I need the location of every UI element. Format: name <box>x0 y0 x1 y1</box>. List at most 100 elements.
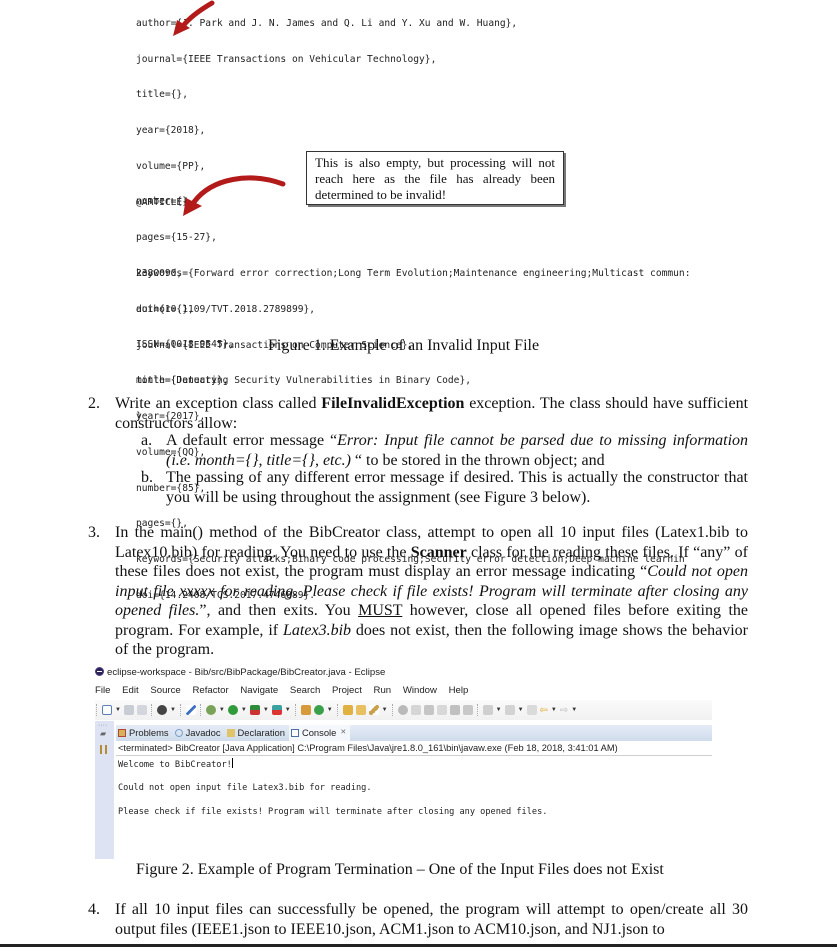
item-number: 4. <box>88 901 100 918</box>
menu-search[interactable]: Search <box>290 685 320 696</box>
dropdown-arrow-icon[interactable]: ▼ <box>551 707 557 713</box>
menu-run[interactable]: Run <box>374 685 392 696</box>
package-explorer-icon[interactable] <box>100 745 107 754</box>
tab-console[interactable]: Console ✕ <box>288 725 351 741</box>
previous-annotation-icon[interactable] <box>504 705 515 715</box>
dropdown-arrow-icon[interactable]: ▼ <box>241 707 247 713</box>
dropdown-arrow-icon[interactable]: ▼ <box>382 707 388 713</box>
item-number: 3. <box>88 524 100 541</box>
window-title-bar: eclipse-workspace - Bib/src/BibPackage/B… <box>95 664 712 681</box>
toggle-breadcrumb-icon[interactable] <box>462 705 473 715</box>
item-text: In the main() method of the BibCreator c… <box>115 524 749 658</box>
menu-help[interactable]: Help <box>449 685 469 696</box>
save-icon[interactable] <box>123 705 134 715</box>
last-edit-location-icon[interactable] <box>526 705 537 715</box>
view-tab-bar: Problems Javadoc Declaration Console ✕ <box>116 725 712 741</box>
sub-item-letter: a. <box>141 432 153 449</box>
toolbar-separator <box>150 704 153 716</box>
item-text: If all 10 input files can successfully b… <box>115 901 748 938</box>
dropdown-arrow-icon[interactable]: ▼ <box>115 707 121 713</box>
toolbar-separator <box>294 704 297 716</box>
toolbar-separator <box>96 704 98 716</box>
console-output-line: Please check if file exists! Program wil… <box>118 807 548 817</box>
show-source-icon[interactable] <box>449 705 460 715</box>
figure-1-caption: Figure 1. Example of an Invalid Input Fi… <box>268 337 540 354</box>
new-java-package-icon[interactable] <box>300 705 311 715</box>
eclipse-screenshot: eclipse-workspace - Bib/src/BibPackage/B… <box>95 664 712 859</box>
toolbar-separator <box>179 704 182 716</box>
menu-edit[interactable]: Edit <box>122 685 139 696</box>
red-arrow-icon <box>180 0 215 29</box>
dropdown-arrow-icon[interactable]: ▼ <box>518 707 524 713</box>
class-name: FileInvalidException <box>321 395 465 412</box>
menu-refactor[interactable]: Refactor <box>192 685 228 696</box>
restore-icon[interactable]: ▰ <box>100 729 106 738</box>
declaration-icon <box>226 729 235 737</box>
dropdown-arrow-icon[interactable]: ▼ <box>327 707 333 713</box>
new-java-class-icon[interactable] <box>313 705 324 715</box>
menu-project[interactable]: Project <box>332 685 362 696</box>
menu-file[interactable]: File <box>95 685 110 696</box>
dropdown-arrow-icon[interactable]: ▼ <box>285 707 291 713</box>
toolbar-separator <box>336 704 339 716</box>
window-title: eclipse-workspace - Bib/src/BibPackage/B… <box>107 667 386 678</box>
search-icon[interactable] <box>368 705 379 715</box>
sub-item-letter: b. <box>141 469 153 486</box>
dropdown-arrow-icon[interactable]: ▼ <box>496 707 502 713</box>
open-type-icon[interactable] <box>342 705 353 715</box>
dropdown-arrow-icon[interactable]: ▼ <box>170 707 176 713</box>
run-coverage-icon[interactable] <box>249 705 260 715</box>
eclipse-logo-icon <box>95 667 104 676</box>
code-line: title={Detecting Security Vulnerabilitie… <box>136 375 472 387</box>
item-text: Write an exception class called FileInva… <box>115 395 749 432</box>
sub-item-text: The passing of any different error messa… <box>166 469 748 506</box>
tab-javadoc[interactable]: Javadoc <box>173 725 225 741</box>
toolbar: ▼ ▼ ▼ ▼ ▼ ▼ ▼ ▼ ▼ ▼ ⇦ ▼ ⇨ ▼ <box>95 700 712 720</box>
close-icon[interactable]: ✕ <box>340 725 346 741</box>
save-all-icon[interactable] <box>136 705 147 715</box>
console-output-line: Welcome to BibCreator! <box>118 758 233 770</box>
drag-handle-icon[interactable]: ···· <box>98 722 107 729</box>
toolbar-separator <box>476 704 479 716</box>
text-cursor <box>231 758 233 768</box>
console-process-label: <terminated> BibCreator [Java Applicatio… <box>116 741 712 756</box>
back-icon[interactable]: ⇦ <box>540 705 548 716</box>
run-icon[interactable] <box>227 705 238 715</box>
problems-icon <box>118 729 126 737</box>
side-trim-bar: ···· ▰ <box>95 721 114 859</box>
toolbar-separator <box>199 704 202 716</box>
item-number: 2. <box>88 395 100 412</box>
open-task-icon[interactable] <box>355 705 366 715</box>
console-output-line: Could not open input file Latex3.bib for… <box>118 783 372 793</box>
show-whitespace-icon[interactable] <box>436 705 447 715</box>
javadoc-icon <box>174 729 183 737</box>
file-name: Latex3.bib <box>283 621 352 639</box>
menu-window[interactable]: Window <box>403 685 437 696</box>
forward-icon[interactable]: ⇨ <box>560 705 568 716</box>
external-tools-icon[interactable] <box>271 705 282 715</box>
tab-declaration[interactable]: Declaration <box>225 725 289 741</box>
next-annotation-icon[interactable] <box>482 705 493 715</box>
debug-icon[interactable] <box>205 705 216 715</box>
menu-source[interactable]: Source <box>150 685 180 696</box>
red-arrow-icon <box>191 175 286 205</box>
sub-item-text: A default error message “Error: Input fi… <box>166 432 749 469</box>
toggle-mark-occurrences-icon[interactable] <box>397 705 408 715</box>
figure-2-caption: Figure 2. Example of Program Termination… <box>136 861 664 878</box>
dropdown-arrow-icon[interactable]: ▼ <box>571 707 577 713</box>
annotation-arrows <box>173 0 286 216</box>
new-file-icon[interactable] <box>102 705 112 715</box>
block-selection-icon[interactable] <box>423 705 434 715</box>
skip-breakpoints-icon[interactable] <box>185 705 196 715</box>
console-icon <box>290 729 299 737</box>
toolbar-separator <box>391 704 394 716</box>
menu-bar: File Edit Source Refactor Navigate Searc… <box>95 683 477 699</box>
dropdown-arrow-icon[interactable]: ▼ <box>263 707 269 713</box>
dropdown-arrow-icon[interactable]: ▼ <box>219 707 225 713</box>
debug-target-icon[interactable] <box>156 705 167 715</box>
menu-navigate[interactable]: Navigate <box>240 685 278 696</box>
tab-problems[interactable]: Problems <box>116 725 173 741</box>
console-view: Problems Javadoc Declaration Console ✕ <t… <box>116 721 712 859</box>
must-emphasis: MUST <box>358 602 403 619</box>
toggle-edit-icon[interactable] <box>410 705 421 715</box>
